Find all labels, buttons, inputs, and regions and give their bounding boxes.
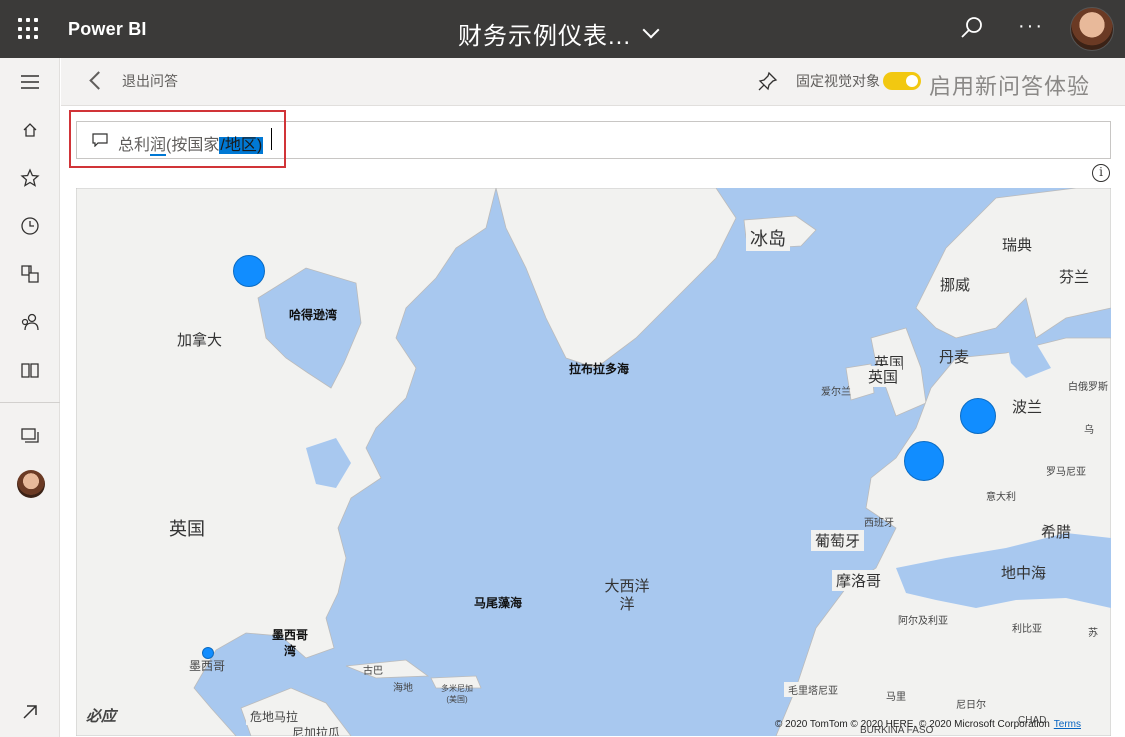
label-norway: 挪威: [936, 274, 975, 295]
map-land-layer: [76, 188, 1111, 736]
label-mali: 马里: [886, 692, 906, 703]
label-labrador-sea: 拉布拉多海: [569, 362, 630, 376]
left-navigation: [0, 58, 60, 737]
map-bubble-france[interactable]: [904, 441, 944, 481]
label-poland: 波兰: [1012, 399, 1043, 416]
map-bubble-mexico[interactable]: [202, 647, 214, 659]
recent-clock-icon[interactable]: [18, 214, 42, 238]
report-title: 财务示例仪表...: [458, 23, 632, 50]
search-icon[interactable]: [960, 16, 984, 40]
label-nicaragua: 尼加拉瓜: [292, 726, 341, 736]
favorites-star-icon[interactable]: [18, 166, 42, 190]
bing-logo: 必应: [86, 708, 117, 725]
apps-icon[interactable]: [18, 262, 42, 286]
more-options-icon[interactable]: ···: [1018, 15, 1044, 38]
label-sargasso-sea: 马尾藻海: [474, 596, 523, 610]
label-mexico: 墨西哥: [189, 659, 226, 673]
pin-icon[interactable]: [758, 71, 778, 91]
label-hudson-bay: 哈得逊湾: [289, 308, 338, 322]
label-us: 英国: [165, 515, 209, 541]
label-mauritania: 毛里塔尼亚: [784, 682, 842, 697]
open-external-arrow-icon[interactable]: [18, 700, 42, 724]
new-qa-label: 启用新问答体验: [929, 74, 1091, 99]
label-cuba: 古巴: [363, 666, 383, 677]
brand-name[interactable]: Power BI: [68, 19, 147, 40]
label-mediterranean: 地中海: [1001, 565, 1047, 582]
label-canada: 加拿大: [177, 332, 223, 349]
label-iceland: 冰岛: [746, 225, 790, 251]
label-greece: 希腊: [1041, 524, 1072, 541]
map-bubble-germany[interactable]: [960, 398, 996, 434]
chevron-down-icon: [642, 21, 660, 38]
account-avatar[interactable]: [1070, 7, 1114, 51]
map-copyright-text: © 2020 TomTom © 2020 HERE, © 2020 Micros…: [774, 719, 1050, 730]
home-icon[interactable]: [18, 118, 42, 142]
top-bar: Power BI 财务示例仪表... ···: [0, 0, 1125, 58]
label-guatemala: 危地马拉: [246, 708, 303, 725]
label-libya: 利比亚: [1012, 624, 1042, 635]
my-workspace-avatar[interactable]: [17, 470, 45, 498]
label-spain: 西班牙: [864, 518, 894, 529]
label-niger: 尼日尔: [956, 700, 986, 711]
label-atlantic-ocean: 大西洋洋: [604, 578, 650, 613]
label-algeria: 阿尔及利亚: [898, 616, 948, 627]
label-sweden: 瑞典: [1002, 237, 1033, 254]
label-italy: 意大利: [986, 492, 1016, 503]
app-launcher-icon[interactable]: [18, 18, 40, 40]
back-arrow-icon[interactable]: [89, 71, 108, 90]
terms-link[interactable]: Terms: [1054, 719, 1081, 730]
rail-divider: [0, 402, 60, 403]
label-finland: 芬兰: [1059, 269, 1090, 286]
label-ukraine-partial: 乌: [1084, 425, 1094, 436]
map-bubble-canada[interactable]: [233, 255, 265, 287]
label-romania: 罗马尼亚: [1046, 467, 1086, 478]
label-denmark: 丹麦: [939, 349, 970, 366]
info-icon[interactable]: i: [1092, 164, 1110, 182]
learn-book-icon[interactable]: [18, 358, 42, 382]
filled-map-visual[interactable]: 冰岛 瑞典 芬兰 挪威 加拿大 哈得逊湾 拉布拉多海 英国 英国 爱尔兰 丹麦 …: [76, 188, 1111, 736]
label-morocco: 摩洛哥: [832, 570, 886, 591]
label-belarus: 白俄罗斯: [1068, 382, 1108, 393]
label-haiti: 海地: [393, 683, 413, 694]
hamburger-menu-icon[interactable]: [18, 70, 42, 94]
report-title-dropdown[interactable]: 财务示例仪表...: [458, 16, 660, 51]
exit-qa-link[interactable]: 退出问答: [122, 71, 178, 91]
annotation-highlight-box: [69, 110, 286, 168]
new-qa-toggle[interactable]: [883, 72, 921, 90]
pin-visual-button[interactable]: 固定视觉对象: [796, 71, 880, 91]
label-gulf-of-mexico: 墨西哥湾: [271, 628, 308, 658]
label-ireland: 爱尔兰: [821, 387, 851, 398]
label-uk-2: 英国: [864, 366, 903, 387]
workspaces-icon[interactable]: [18, 424, 42, 448]
shared-with-me-icon[interactable]: [18, 310, 42, 334]
qa-header: 退出问答 固定视觉对象 启用新问答体验: [61, 58, 1125, 106]
map-copyright: © 2020 TomTom © 2020 HERE, © 2020 Micros…: [775, 719, 1081, 730]
label-portugal: 葡萄牙: [811, 530, 865, 551]
label-sudan-partial: 苏: [1088, 628, 1098, 639]
label-dominican: 多米尼加(美国): [441, 684, 473, 704]
